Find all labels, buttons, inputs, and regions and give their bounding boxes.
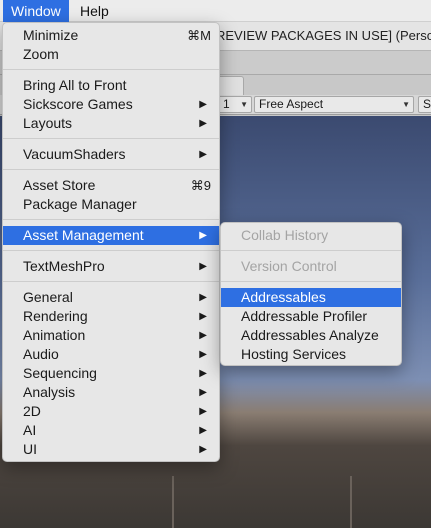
menu-item-sequencing[interactable]: Sequencing ▶: [3, 364, 219, 383]
menu-item-label: VacuumShaders: [23, 146, 126, 162]
display-select[interactable]: 1 ▼: [218, 96, 252, 113]
shortcut-label: ⌘9: [190, 178, 211, 193]
menu-item-label: Asset Management: [23, 227, 144, 243]
menu-item-label: TextMeshPro: [23, 258, 105, 274]
menu-item-animation[interactable]: Animation ▶: [3, 326, 219, 345]
menu-item-label: Rendering: [23, 308, 88, 324]
menu-item-label: Addressables: [241, 289, 326, 305]
menu-item-vacuumshaders[interactable]: VacuumShaders ▶: [3, 145, 219, 164]
menu-separator: [3, 219, 219, 220]
menu-separator: [221, 250, 401, 251]
menu-item-label: Addressable Profiler: [241, 308, 368, 324]
menu-item-label: Version Control: [241, 258, 337, 274]
menu-separator: [3, 250, 219, 251]
shortcut-label: ⌘M: [187, 28, 211, 43]
window-menu: Minimize ⌘M Zoom Bring All to Front Sick…: [2, 22, 220, 462]
menu-separator: [3, 69, 219, 70]
menu-item-label: Asset Store: [23, 177, 96, 193]
menu-item-label: Sickscore Games: [23, 96, 133, 112]
submenu-arrow-icon: ▶: [199, 425, 207, 436]
submenu-arrow-icon: ▶: [199, 99, 207, 110]
menu-item-label: Collab History: [241, 227, 329, 243]
menu-item-minimize[interactable]: Minimize ⌘M: [3, 26, 219, 45]
menu-item-rendering[interactable]: Rendering ▶: [3, 307, 219, 326]
menu-item-hosting-services[interactable]: Hosting Services: [221, 345, 401, 364]
submenu-arrow-icon: ▶: [199, 444, 207, 455]
grid-line: [172, 476, 174, 528]
menu-item-asset-store[interactable]: Asset Store ⌘9: [3, 176, 219, 195]
menu-item-label: Analysis: [23, 384, 76, 400]
menu-help[interactable]: Help: [72, 0, 117, 22]
menu-item-label: Audio: [23, 346, 59, 362]
grid-line: [350, 476, 352, 528]
menu-separator: [3, 138, 219, 139]
menu-item-label: Minimize: [23, 27, 79, 43]
menu-item-audio[interactable]: Audio ▶: [3, 345, 219, 364]
aspect-select[interactable]: Free Aspect ▼: [254, 96, 414, 113]
menu-window[interactable]: Window: [3, 0, 69, 22]
submenu-arrow-icon: ▶: [199, 311, 207, 322]
menu-item-addressables[interactable]: Addressables: [221, 288, 401, 307]
menu-item-addressables-analyze[interactable]: Addressables Analyze: [221, 326, 401, 345]
menu-item-package-manager[interactable]: Package Manager: [3, 195, 219, 214]
menu-item-2d[interactable]: 2D ▶: [3, 402, 219, 421]
menu-separator: [221, 281, 401, 282]
display-select-value: 1: [223, 97, 230, 111]
menu-item-label: UI: [23, 441, 37, 457]
menu-item-label: Zoom: [23, 46, 59, 62]
menu-item-asset-management[interactable]: Asset Management ▶: [3, 226, 219, 245]
submenu-arrow-icon: ▶: [199, 230, 207, 241]
scale-control[interactable]: Sc: [418, 96, 431, 113]
menu-item-label: Layouts: [23, 115, 73, 131]
menu-item-bring-all-to-front[interactable]: Bring All to Front: [3, 76, 219, 95]
menu-separator: [3, 281, 219, 282]
menu-bar: Window Help: [0, 0, 431, 22]
menu-item-zoom[interactable]: Zoom: [3, 45, 219, 64]
submenu-arrow-icon: ▶: [199, 368, 207, 379]
menu-item-label: Animation: [23, 327, 86, 343]
menu-item-analysis[interactable]: Analysis ▶: [3, 383, 219, 402]
chevron-down-icon: ▼: [240, 100, 248, 109]
menu-item-ai[interactable]: AI ▶: [3, 421, 219, 440]
menu-item-label: Addressables Analyze: [241, 327, 379, 343]
submenu-arrow-icon: ▶: [199, 349, 207, 360]
menu-item-label: Package Manager: [23, 196, 137, 212]
menu-item-ui[interactable]: UI ▶: [3, 440, 219, 459]
menu-item-label: AI: [23, 422, 37, 438]
menu-item-collab-history: Collab History: [221, 226, 401, 245]
menu-item-label: Hosting Services: [241, 346, 347, 362]
submenu-arrow-icon: ▶: [199, 406, 207, 417]
menu-item-sickscore-games[interactable]: Sickscore Games ▶: [3, 95, 219, 114]
menu-item-label: Bring All to Front: [23, 77, 127, 93]
menu-item-layouts[interactable]: Layouts ▶: [3, 114, 219, 133]
submenu-arrow-icon: ▶: [199, 261, 207, 272]
menu-item-label: General: [23, 289, 73, 305]
menu-item-general[interactable]: General ▶: [3, 288, 219, 307]
editor-title: REVIEW PACKAGES IN USE] (Perso: [216, 28, 431, 43]
menu-item-label: 2D: [23, 403, 41, 419]
submenu-arrow-icon: ▶: [199, 330, 207, 341]
menu-item-addressable-profiler[interactable]: Addressable Profiler: [221, 307, 401, 326]
asset-management-submenu: Collab History Version Control Addressab…: [220, 222, 402, 366]
menu-item-label: Sequencing: [23, 365, 97, 381]
submenu-arrow-icon: ▶: [199, 149, 207, 160]
scale-label: Sc: [423, 97, 431, 111]
chevron-down-icon: ▼: [402, 100, 410, 109]
menu-separator: [3, 169, 219, 170]
aspect-select-value: Free Aspect: [259, 97, 324, 111]
submenu-arrow-icon: ▶: [199, 292, 207, 303]
menu-item-version-control: Version Control: [221, 257, 401, 276]
menu-item-textmeshpro[interactable]: TextMeshPro ▶: [3, 257, 219, 276]
submenu-arrow-icon: ▶: [199, 118, 207, 129]
submenu-arrow-icon: ▶: [199, 387, 207, 398]
